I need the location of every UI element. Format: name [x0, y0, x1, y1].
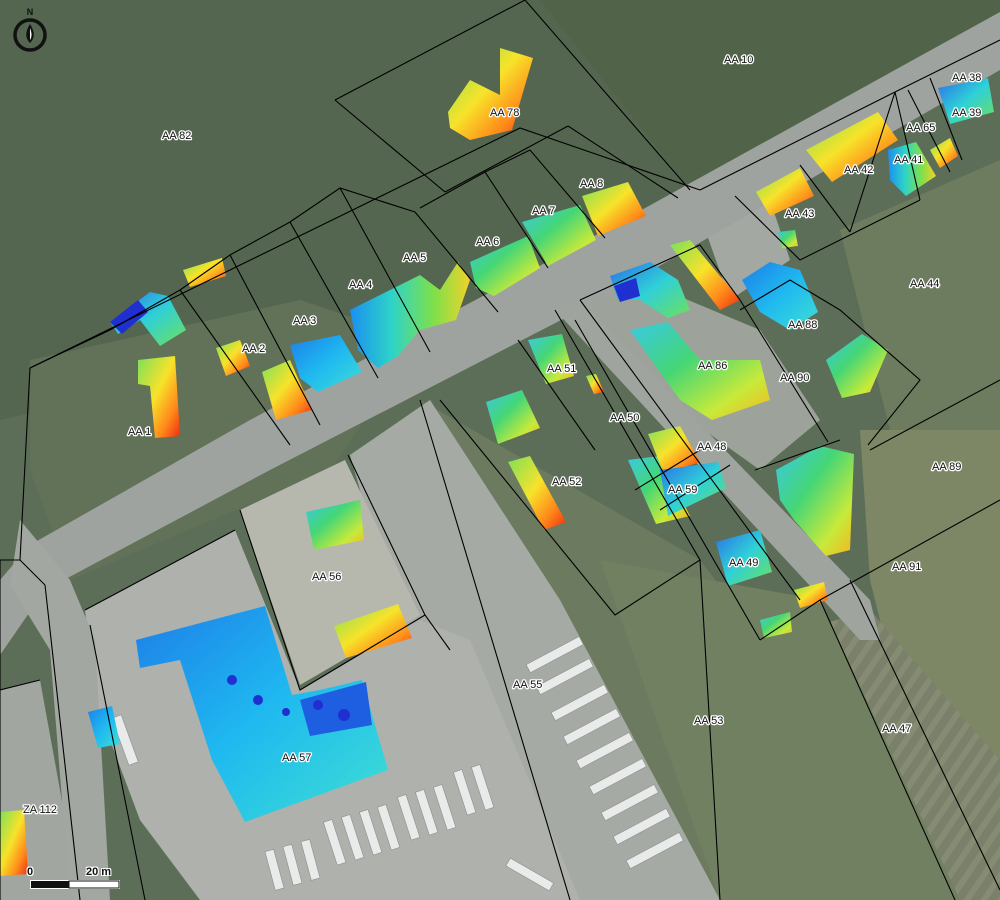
parcel-label: ZA 112	[23, 804, 57, 816]
parcel-label: AA 90	[780, 372, 809, 384]
scale-bar-graphic	[30, 880, 120, 889]
parcel-label: AA 42	[844, 164, 873, 176]
parcel-label: AA 52	[552, 476, 581, 488]
parcel-label: AA 89	[932, 461, 961, 473]
scale-max-label: 20 m	[86, 866, 112, 878]
parcel-label: AA 41	[894, 154, 923, 166]
map-viewport[interactable]: AA 82 AA 10 AA 38 AA 39 AA 65 AA 78 AA 4…	[0, 0, 1000, 900]
parcel-label: AA 1	[128, 426, 151, 438]
parcel-label: AA 4	[349, 279, 372, 291]
parcel-label: AA 7	[532, 205, 555, 217]
parcel-label: AA 86	[698, 360, 727, 372]
scale-zero-label: 0	[27, 866, 34, 878]
parcel-label: AA 56	[312, 571, 341, 583]
parcel-label: AA 43	[785, 208, 814, 220]
parcel-label: AA 39	[952, 107, 981, 119]
parcel-label: AA 82	[162, 130, 191, 142]
parcel-label: AA 5	[403, 252, 426, 264]
parcel-label: AA 57	[282, 752, 311, 764]
parcel-label: AA 78	[490, 107, 519, 119]
parcel-label: AA 10	[724, 54, 753, 66]
parcel-label: AA 49	[729, 557, 758, 569]
parcel-label: AA 65	[906, 122, 935, 134]
parcel-label: AA 59	[668, 484, 697, 496]
north-label: N	[27, 7, 34, 17]
parcel-label: AA 2	[242, 343, 265, 355]
parcel-label: AA 6	[476, 236, 499, 248]
parcel-label: AA 8	[580, 178, 603, 190]
scale-bar: 0 20 m	[26, 866, 126, 894]
parcel-label: AA 44	[910, 278, 939, 290]
parcel-label: AA 88	[788, 319, 817, 331]
parcel-label: AA 91	[892, 561, 921, 573]
parcel-label: AA 38	[952, 72, 981, 84]
parcel-label: AA 53	[694, 715, 723, 727]
parcel-label: AA 50	[610, 412, 639, 424]
aerial-map[interactable]: AA 82 AA 10 AA 38 AA 39 AA 65 AA 78 AA 4…	[0, 0, 1000, 900]
north-arrow: N	[10, 6, 50, 54]
parcel-label: AA 3	[293, 315, 316, 327]
parcel-label: AA 51	[547, 363, 576, 375]
parcel-label: AA 48	[697, 441, 726, 453]
parcel-label: AA 47	[882, 723, 911, 735]
parcel-label: AA 55	[513, 679, 542, 691]
